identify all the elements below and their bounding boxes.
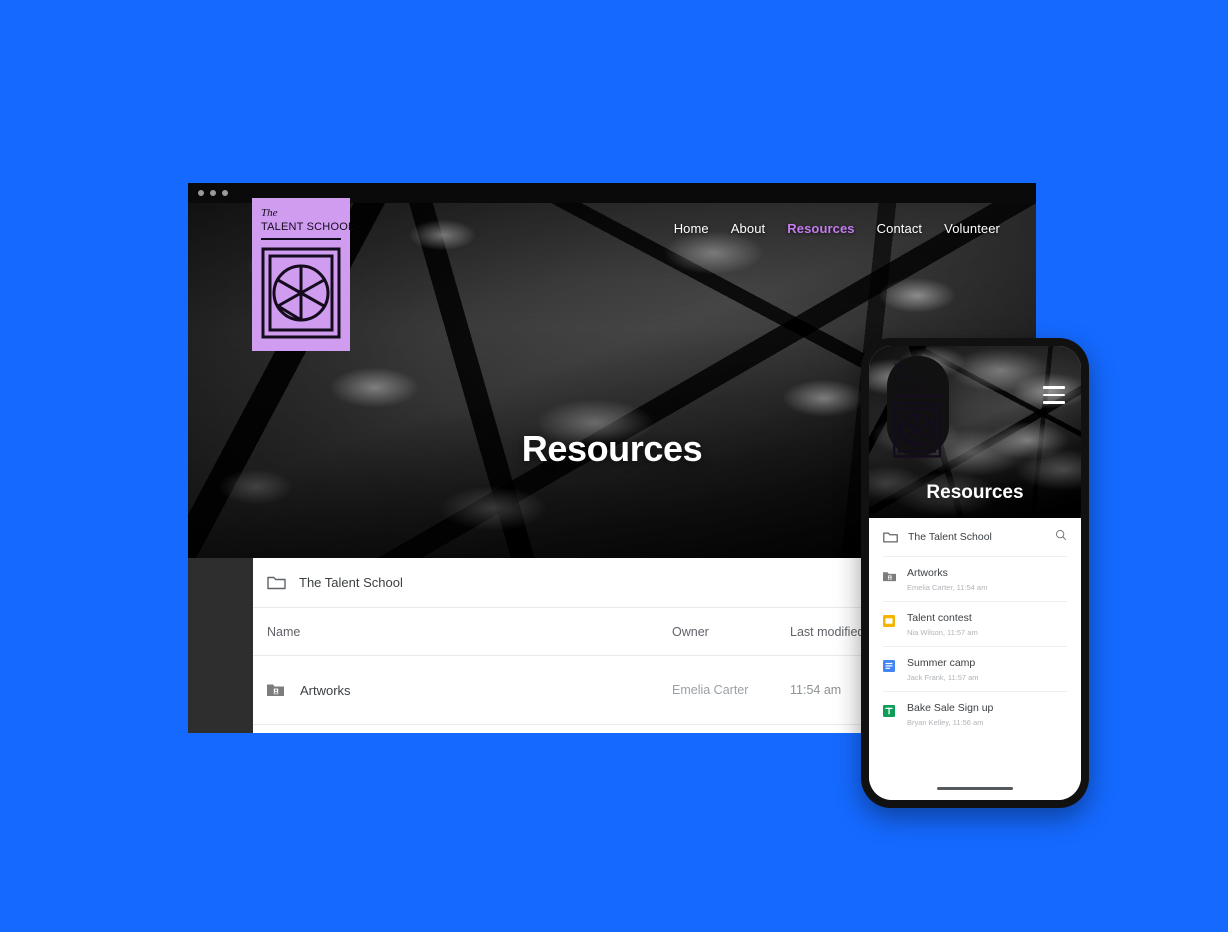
window-minimize-dot[interactable] bbox=[210, 190, 216, 196]
window-maximize-dot[interactable] bbox=[222, 190, 228, 196]
list-item-title: Artworks bbox=[907, 567, 948, 579]
camera-aperture-icon bbox=[893, 402, 941, 458]
google-slides-icon bbox=[883, 612, 896, 637]
folder-outline-icon bbox=[267, 576, 286, 589]
camera-aperture-icon bbox=[261, 247, 341, 339]
search-icon[interactable] bbox=[1055, 528, 1067, 546]
folder-outline-icon bbox=[883, 532, 898, 542]
list-item-subtitle: Bryan Kelley, 11:56 am bbox=[907, 718, 984, 727]
home-indicator[interactable] bbox=[937, 786, 1013, 790]
hamburger-menu-icon[interactable] bbox=[1043, 386, 1065, 409]
nav-item-about[interactable]: About bbox=[731, 221, 765, 236]
phone-brand-name-line1: TALENT bbox=[893, 373, 925, 382]
brand-name: TALENT SCHOOL bbox=[261, 221, 355, 233]
list-item-subtitle: Jack Frank, 11:57 am bbox=[907, 673, 979, 682]
list-item[interactable]: Talent contest Nia Wilson, 11:57 am bbox=[883, 602, 1067, 646]
site-navigation: Home About Resources Contact Volunteer bbox=[674, 221, 1000, 236]
phone-page-title: Resources bbox=[926, 482, 1024, 503]
list-item[interactable]: Bake Sale Sign up Bryan Kelley, 11:56 am bbox=[883, 692, 1067, 736]
list-item-subtitle: Nia Wilson, 11:57 am bbox=[907, 628, 978, 637]
list-item-title: Summer camp bbox=[907, 657, 976, 669]
column-header-name[interactable]: Name bbox=[267, 625, 672, 639]
file-name-cell: Artworks bbox=[267, 683, 672, 698]
phone-brand-the-word: The bbox=[893, 362, 905, 371]
list-item-title: Bake Sale Sign up bbox=[907, 702, 994, 714]
phone-brand-name-line2: SCHOOL bbox=[893, 382, 928, 392]
phone-breadcrumb-label: The Talent School bbox=[908, 531, 992, 543]
brand-rule bbox=[261, 237, 341, 241]
breadcrumb-label: The Talent School bbox=[299, 575, 403, 590]
brand-the-word: The bbox=[261, 207, 278, 219]
file-owner-cell: Emelia Carter bbox=[672, 683, 749, 697]
list-item[interactable]: Artworks Emelia Carter, 11:54 am bbox=[883, 557, 1067, 601]
column-header-owner[interactable]: Owner bbox=[672, 625, 790, 639]
nav-item-contact[interactable]: Contact bbox=[877, 221, 923, 236]
file-name-label: Artworks bbox=[300, 682, 351, 698]
phone-brand-logo-card[interactable]: The TALENT SCHOOL bbox=[887, 356, 949, 458]
brand-logo-card[interactable]: The TALENT SCHOOL bbox=[252, 198, 355, 351]
list-item-subtitle: Emelia Carter, 11:54 am bbox=[907, 583, 988, 592]
phone-brand-rule bbox=[893, 395, 943, 398]
phone-breadcrumb[interactable]: The Talent School bbox=[883, 518, 1067, 556]
shared-folder-icon bbox=[883, 567, 896, 592]
nav-item-resources[interactable]: Resources bbox=[787, 221, 854, 236]
list-item[interactable]: Summer camp Jack Frank, 11:57 am bbox=[883, 647, 1067, 691]
google-docs-icon bbox=[883, 657, 896, 682]
shared-folder-icon bbox=[267, 683, 285, 697]
nav-item-volunteer[interactable]: Volunteer bbox=[944, 221, 1000, 236]
google-sheets-icon bbox=[883, 702, 896, 727]
list-item-title: Talent contest bbox=[907, 612, 972, 624]
nav-item-home[interactable]: Home bbox=[674, 221, 709, 236]
window-close-dot[interactable] bbox=[198, 190, 204, 196]
phone-mockup: The TALENT SCHOOL Resources The Talent S… bbox=[861, 338, 1089, 808]
phone-drive-list: The Talent School Artworks Emelia Carter… bbox=[869, 518, 1081, 800]
phone-screen: The TALENT SCHOOL Resources The Talent S… bbox=[869, 346, 1081, 800]
